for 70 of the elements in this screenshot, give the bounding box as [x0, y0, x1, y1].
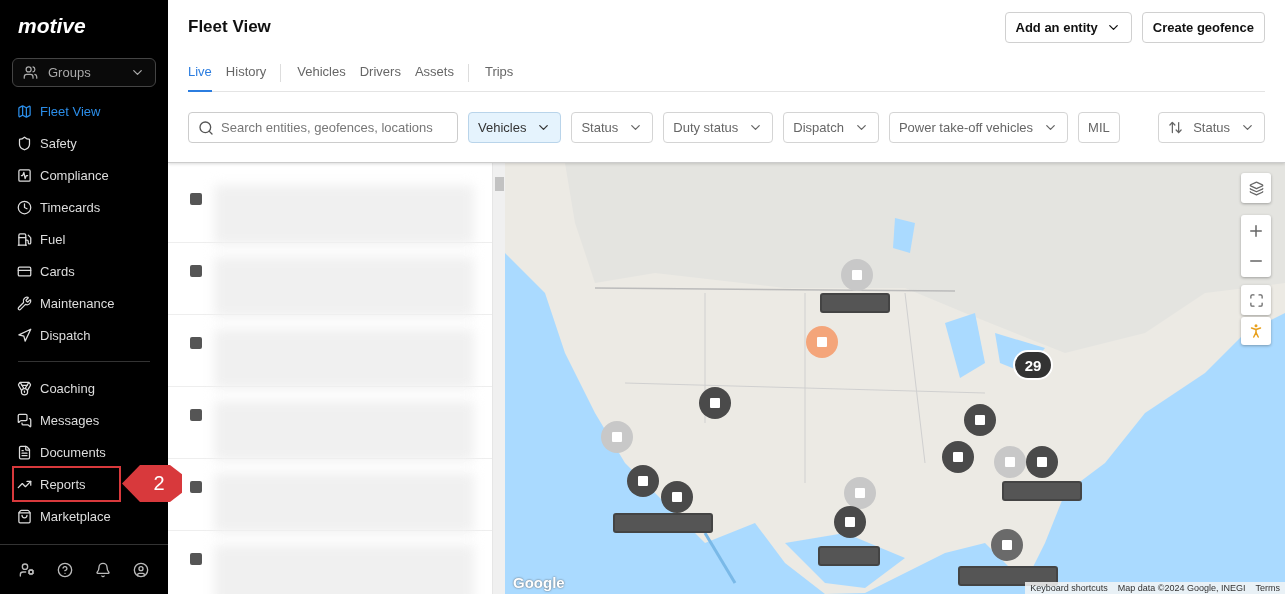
- status-icon: [190, 409, 202, 421]
- nav-item[interactable]: Safety: [12, 127, 156, 159]
- page-title: Fleet View: [188, 17, 272, 37]
- chart-icon: [17, 167, 32, 183]
- bell-icon[interactable]: [95, 561, 111, 578]
- map-logo: Google: [513, 574, 565, 591]
- profile-icon[interactable]: [133, 561, 149, 578]
- status-icon: [190, 481, 202, 493]
- blurred-label: [818, 546, 880, 566]
- header-button[interactable]: Create geofence: [1141, 11, 1265, 43]
- nav-item[interactable]: Fuel: [12, 223, 156, 255]
- nav-item[interactable]: Documents: [12, 436, 156, 468]
- filter-dropdown[interactable]: Vehicles: [468, 111, 562, 143]
- header-button[interactable]: Add an entity: [1004, 11, 1132, 43]
- search-icon: [198, 119, 214, 136]
- attribution-link[interactable]: Map data ©2024 Google, INEGI: [1112, 582, 1251, 594]
- nav-item[interactable]: Compliance: [12, 159, 156, 191]
- nav-item[interactable]: Coaching: [12, 372, 156, 404]
- nav-item[interactable]: Timecards: [12, 191, 156, 223]
- help-icon[interactable]: [57, 561, 73, 578]
- sort-dropdown[interactable]: Status: [1158, 111, 1265, 143]
- bag-icon: [17, 508, 32, 524]
- attribution-link[interactable]: Keyboard shortcuts: [1025, 582, 1113, 594]
- tab[interactable]: Drivers: [359, 53, 401, 92]
- groups-dropdown[interactable]: Groups: [12, 58, 156, 87]
- messages-icon: [17, 412, 32, 428]
- nav-item[interactable]: Reports: [12, 466, 121, 502]
- nav-item[interactable]: Maintenance: [12, 287, 156, 319]
- nav-item[interactable]: Marketplace: [12, 500, 156, 532]
- status-icon: [190, 553, 202, 565]
- sort-icon: [1168, 119, 1184, 135]
- fullscreen-button[interactable]: [1241, 285, 1271, 315]
- nav-item[interactable]: Messages: [12, 404, 156, 436]
- map-icon: [17, 103, 32, 119]
- tab[interactable]: Trips: [484, 53, 514, 92]
- search-field[interactable]: Search entities, geofences, locations: [188, 111, 458, 143]
- layers-icon: [1248, 180, 1264, 196]
- user-settings-icon[interactable]: [19, 561, 35, 578]
- nav-item[interactable]: Cards: [12, 255, 156, 287]
- tab[interactable]: Vehicles: [297, 53, 346, 92]
- filter-dropdown[interactable]: Duty status: [663, 111, 774, 143]
- card-icon: [17, 263, 32, 279]
- shield-icon: [17, 135, 32, 151]
- status-icon: [190, 265, 202, 277]
- filter-dropdown[interactable]: Power take-off vehicles: [888, 111, 1069, 143]
- document-icon: [17, 444, 32, 460]
- clock-icon: [17, 199, 32, 215]
- nav-item[interactable]: Dispatch: [12, 319, 156, 351]
- layers-button[interactable]: [1241, 173, 1271, 203]
- zoom-control[interactable]: [1241, 215, 1271, 277]
- fuel-icon: [17, 231, 32, 247]
- medal-icon: [17, 380, 32, 396]
- scrollbar[interactable]: [492, 163, 505, 594]
- users-icon: [23, 65, 38, 80]
- nav-item[interactable]: Fleet View: [12, 95, 156, 127]
- tab[interactable]: Live: [188, 53, 212, 92]
- navigation-icon: [17, 327, 32, 343]
- zoom-in-icon[interactable]: [1247, 222, 1265, 240]
- attribution-link[interactable]: Terms: [1250, 582, 1285, 594]
- filter-dropdown[interactable]: MIL: [1078, 111, 1120, 143]
- logo: motive: [17, 14, 86, 39]
- status-icon: [190, 337, 202, 349]
- filter-dropdown[interactable]: Status: [571, 111, 654, 143]
- fullscreen-icon: [1248, 292, 1264, 308]
- status-icon: [190, 193, 202, 205]
- blurred-label: [820, 293, 890, 313]
- tab[interactable]: Assets: [414, 53, 454, 92]
- wrench-icon: [17, 295, 32, 311]
- tab[interactable]: History: [225, 53, 267, 92]
- filter-dropdown[interactable]: Dispatch: [783, 111, 879, 143]
